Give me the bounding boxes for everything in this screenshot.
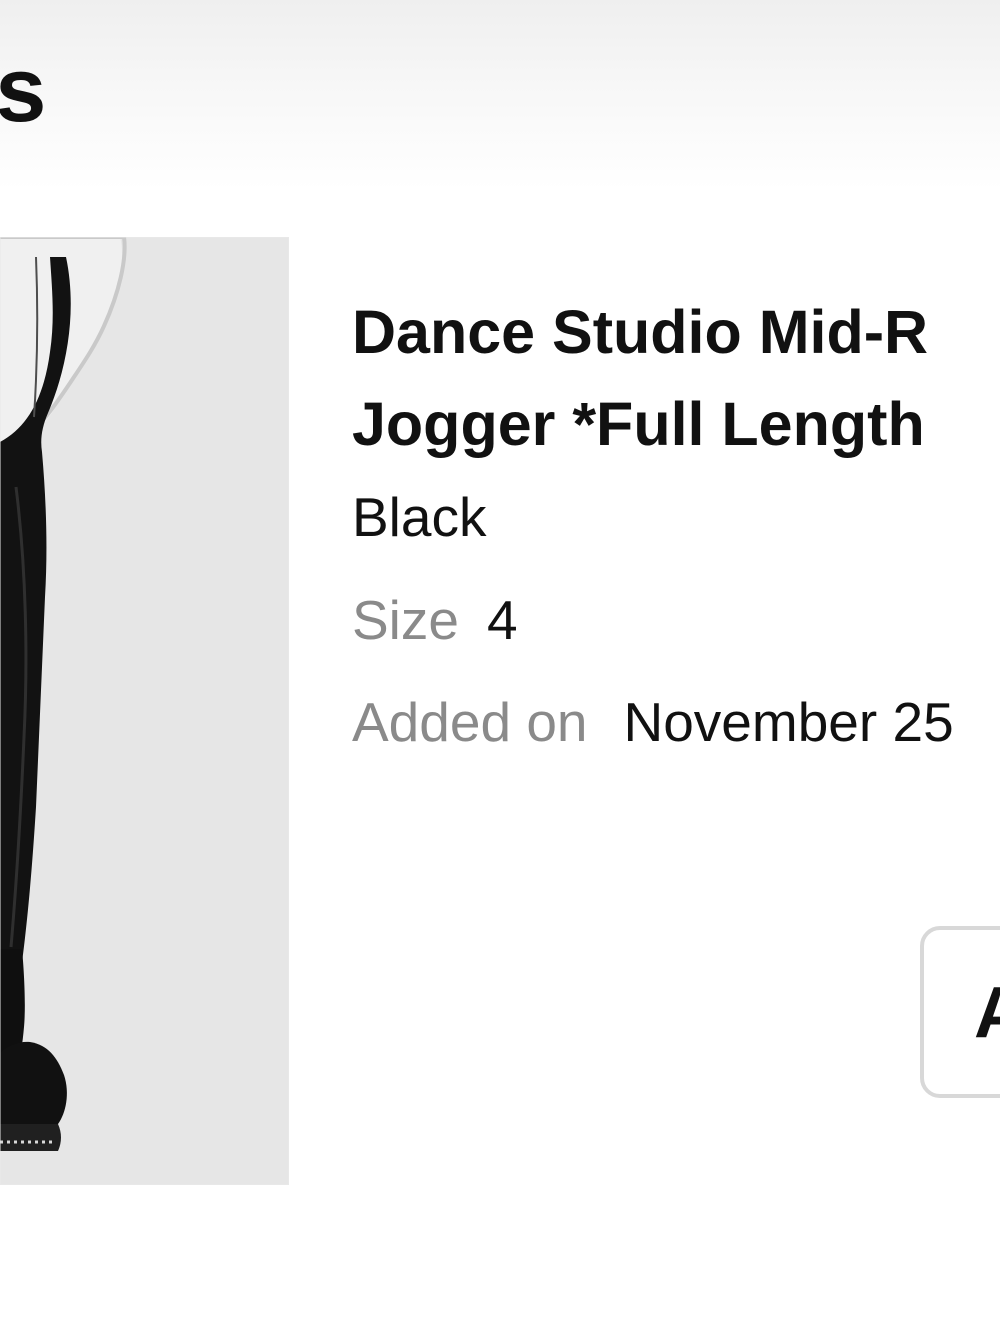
page-title: ails	[0, 39, 48, 141]
action-button-label: A	[974, 977, 1000, 1049]
jogger-photo-icon	[0, 237, 289, 1185]
product-color: Black	[352, 486, 487, 548]
size-label: Size	[352, 589, 459, 651]
added-date-value: November 25	[623, 691, 954, 753]
product-name-line-2: Jogger *Full Length	[352, 390, 925, 458]
size-row: Size 4	[352, 585, 1000, 655]
size-value: 4	[487, 589, 518, 651]
added-label: Added on	[352, 691, 588, 753]
page-header: ails	[0, 0, 1000, 190]
product-details: Dance Studio Mid-R Jogger *Full Length B…	[352, 286, 1000, 757]
product-name-line-1: Dance Studio Mid-R	[352, 298, 929, 366]
action-button[interactable]: A	[920, 926, 1000, 1098]
product-image[interactable]	[0, 237, 289, 1185]
product-name[interactable]: Dance Studio Mid-R Jogger *Full Length	[352, 286, 1000, 470]
added-date-row: Added on November 25	[352, 687, 1000, 757]
wishlist-details-page: ails Dance Studio Mid-R Jogger *Full Len…	[0, 0, 1000, 1333]
